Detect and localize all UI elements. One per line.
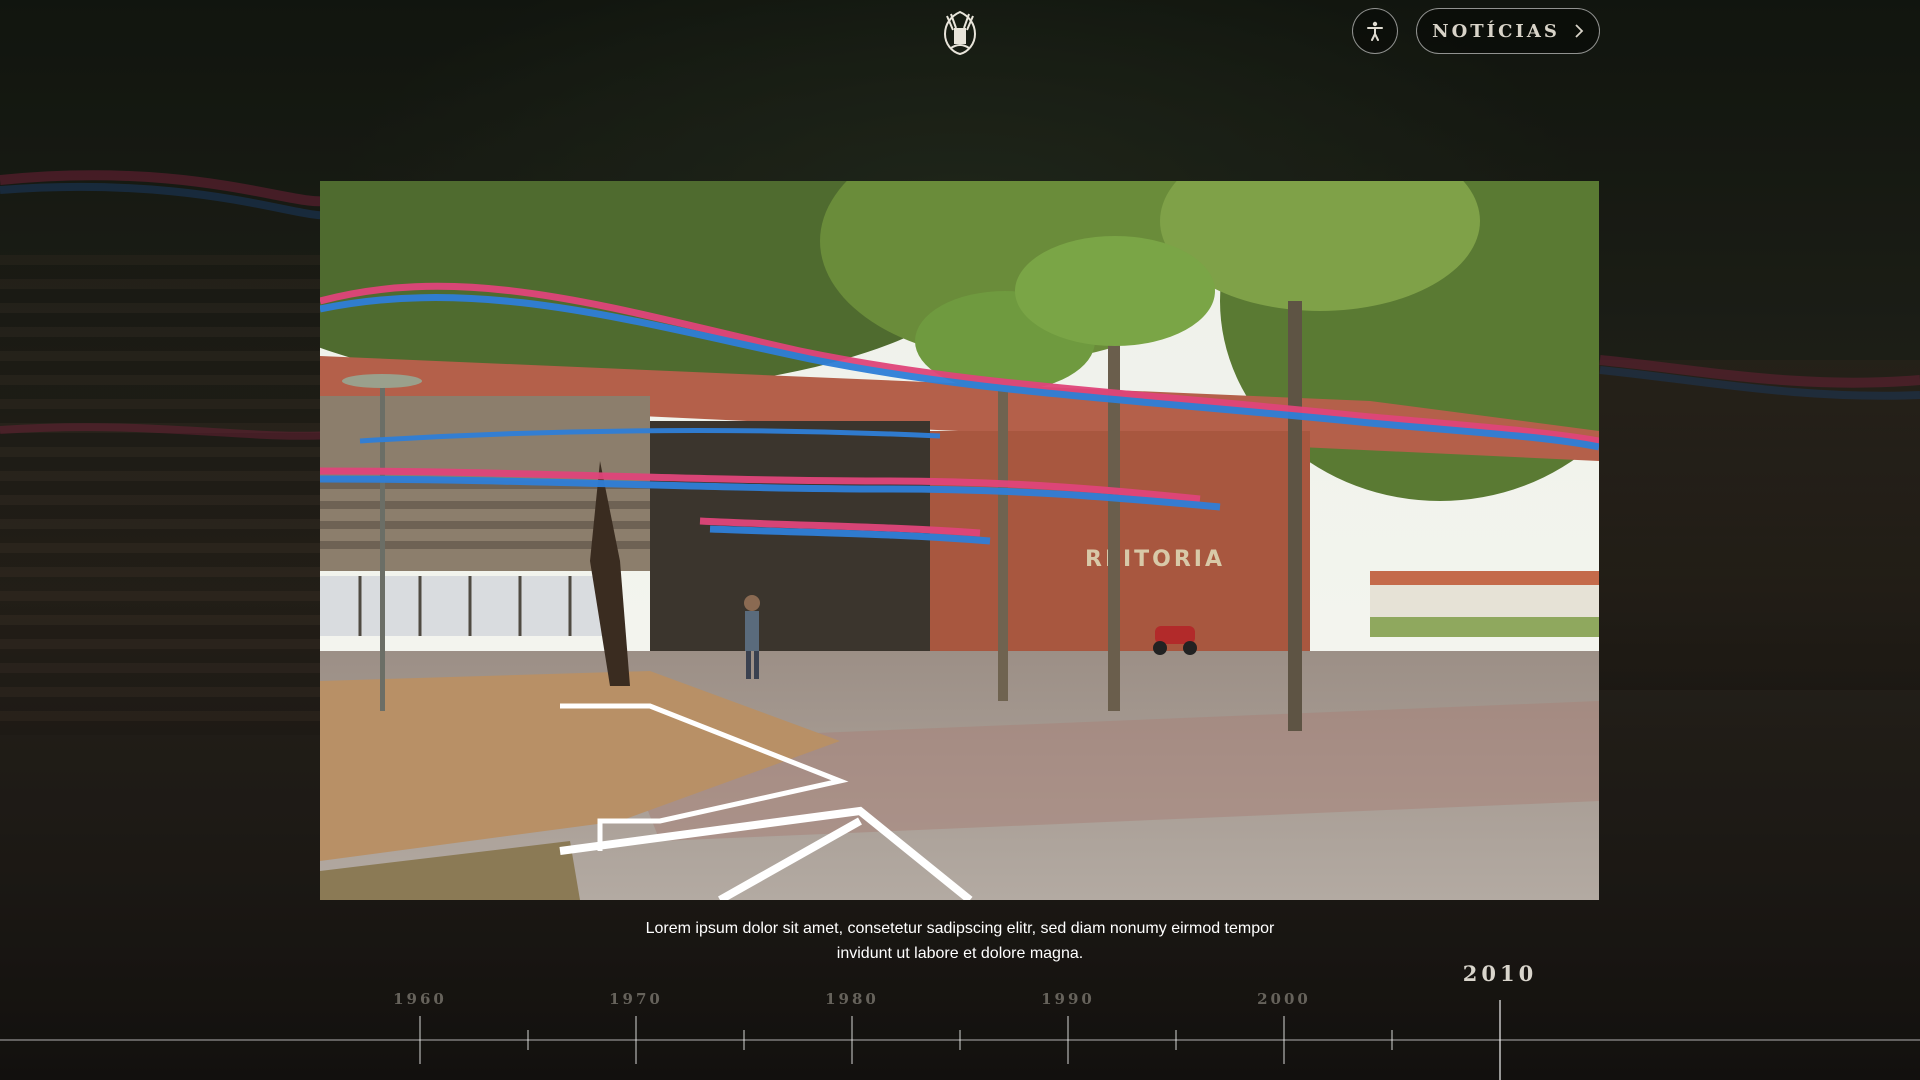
reitoria-sign: REITORIA [1085, 547, 1225, 572]
featured-photo: REITORIA [320, 181, 1599, 900]
timeline-year-1980[interactable]: 1980 [802, 990, 902, 1008]
svg-text:REITORIA: REITORIA [1085, 547, 1225, 572]
accessibility-person-icon [1367, 21, 1383, 41]
timeline-year-2000[interactable]: 2000 [1234, 990, 1334, 1008]
timeline-year-2010-active[interactable]: 2010 [1450, 961, 1550, 986]
chevron-right-icon [1575, 24, 1584, 38]
timeline-year-1960[interactable]: 1960 [370, 990, 470, 1008]
timeline: 1960 1970 1980 1990 2000 2010 [0, 961, 1920, 1080]
photo-caption: Lorem ipsum dolor sit amet, consetetur s… [645, 920, 1275, 962]
timeline-year-1990[interactable]: 1990 [1018, 990, 1118, 1008]
timeline-year-1970[interactable]: 1970 [586, 990, 686, 1008]
accessibility-button[interactable] [1352, 8, 1398, 54]
university-seal-icon[interactable] [937, 8, 983, 56]
news-button-label: NOTÍCIAS [1432, 20, 1560, 42]
news-button[interactable]: NOTÍCIAS [1416, 8, 1600, 54]
